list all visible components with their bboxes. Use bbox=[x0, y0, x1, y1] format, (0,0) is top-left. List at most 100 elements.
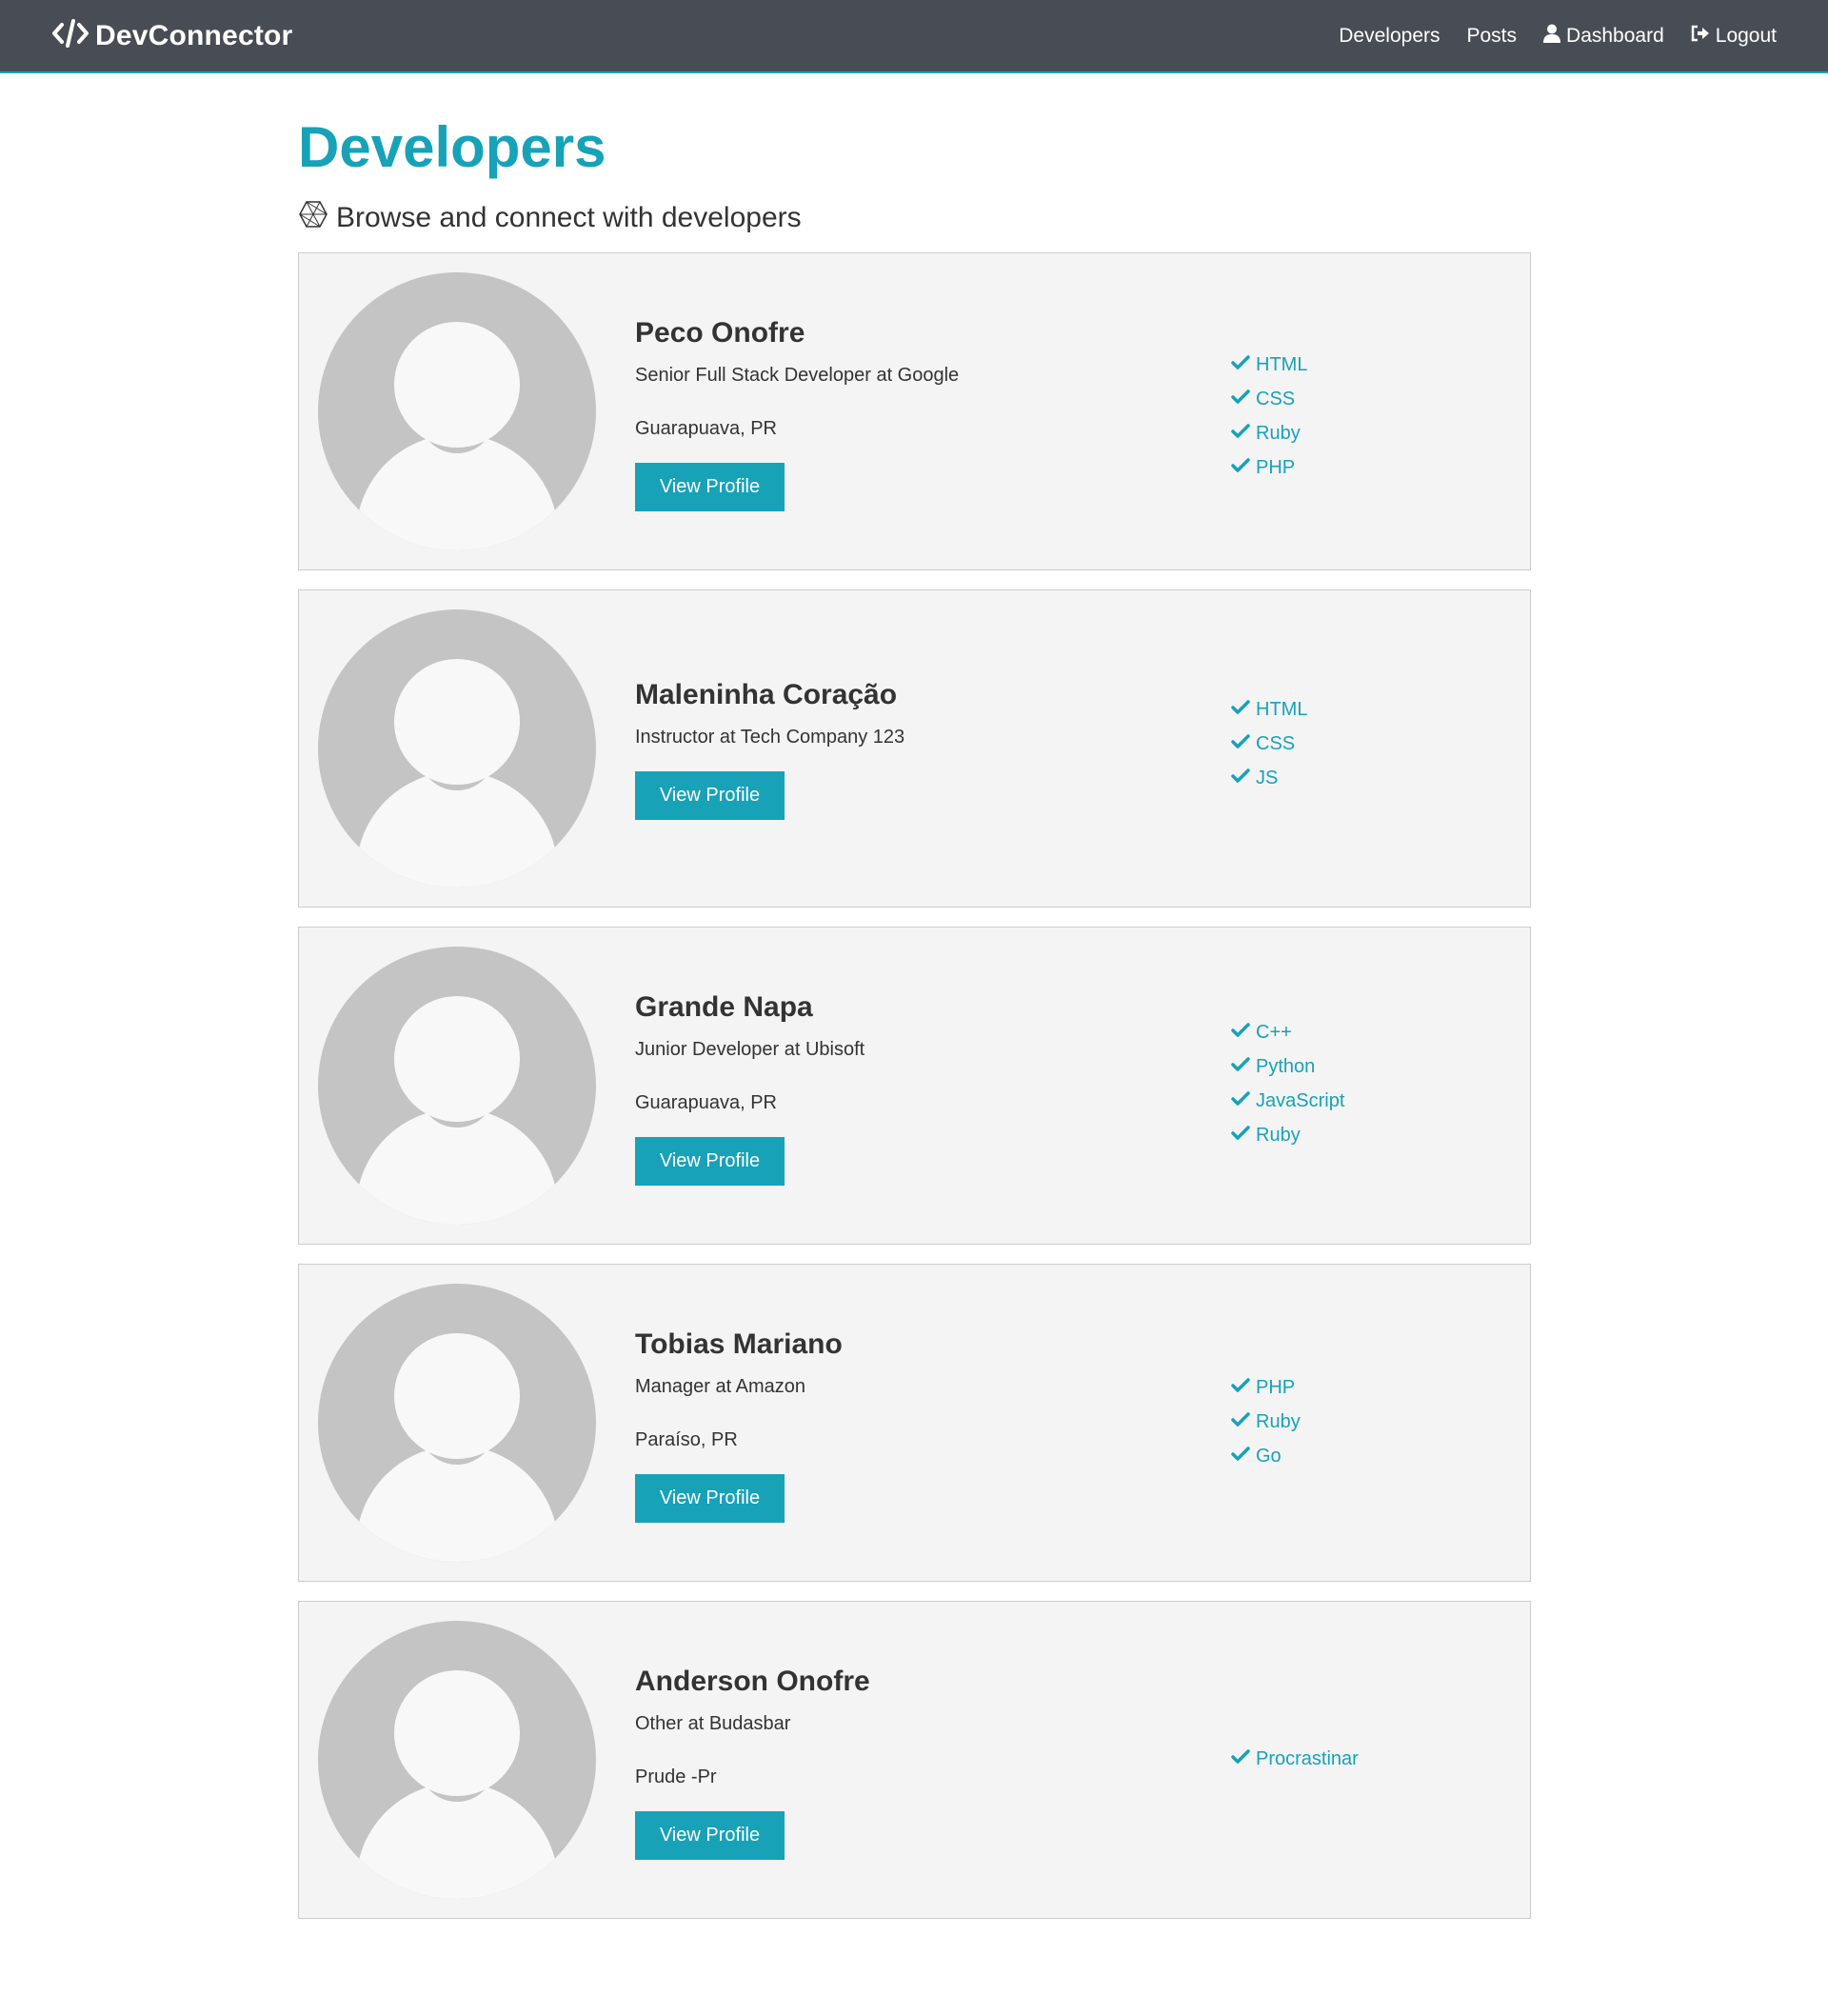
view-profile-button[interactable]: View Profile bbox=[635, 463, 785, 511]
nav-link-label: Developers bbox=[1339, 24, 1441, 47]
check-icon bbox=[1231, 699, 1256, 721]
skills-list: C++ Python JavaScript Ruby bbox=[1231, 1015, 1344, 1152]
avatar bbox=[318, 1621, 596, 1899]
view-profile-button[interactable]: View Profile bbox=[635, 1474, 785, 1523]
navbar: DevConnector Developers Posts Dashboard … bbox=[0, 0, 1828, 73]
profile-info: Grande Napa Junior Developer at Ubisoft … bbox=[635, 990, 864, 1186]
skill-label: Python bbox=[1256, 1055, 1316, 1077]
profile-info: Anderson Onofre Other at Budasbar Prude … bbox=[635, 1665, 870, 1860]
profile-location: Prude -Pr bbox=[635, 1766, 717, 1787]
skills-list: HTML CSS Ruby PHP bbox=[1231, 348, 1307, 485]
profile-name: Anderson Onofre bbox=[635, 1666, 870, 1697]
check-icon bbox=[1231, 457, 1256, 479]
skills-list: PHP Ruby Go bbox=[1231, 1370, 1301, 1473]
check-icon bbox=[1231, 1125, 1256, 1147]
nav-link-logout[interactable]: Logout bbox=[1691, 25, 1777, 48]
check-icon bbox=[1231, 1090, 1256, 1112]
nav-link-label: Posts bbox=[1466, 24, 1518, 47]
skill-label: JavaScript bbox=[1256, 1089, 1345, 1111]
check-icon bbox=[1231, 1022, 1256, 1044]
skill-label: Go bbox=[1256, 1445, 1282, 1467]
view-profile-button[interactable]: View Profile bbox=[635, 1137, 785, 1186]
skill-item: JavaScript bbox=[1231, 1084, 1344, 1118]
brand-link[interactable]: DevConnector bbox=[51, 18, 292, 53]
skill-item: Go bbox=[1231, 1439, 1301, 1473]
skill-item: HTML bbox=[1231, 348, 1307, 382]
connectdevelop-icon bbox=[298, 199, 336, 237]
check-icon bbox=[1231, 1377, 1256, 1399]
skill-label: PHP bbox=[1256, 1376, 1296, 1398]
page-title: Developers bbox=[298, 115, 606, 179]
profile-location: Guarapuava, PR bbox=[635, 1092, 777, 1113]
skill-label: HTML bbox=[1256, 353, 1308, 375]
profile-name: Peco Onofre bbox=[635, 317, 805, 349]
check-icon bbox=[1231, 1748, 1256, 1770]
skills-list: Procrastinar bbox=[1231, 1742, 1359, 1776]
main-container: Developers Browse and connect with devel… bbox=[298, 73, 1531, 1938]
profile-location: Paraíso, PR bbox=[635, 1429, 738, 1450]
nav-link-developers[interactable]: Developers bbox=[1339, 25, 1440, 48]
nav-link-posts[interactable]: Posts bbox=[1467, 25, 1518, 48]
profile-card: Anderson Onofre Other at Budasbar Prude … bbox=[298, 1601, 1531, 1919]
nav-links: Developers Posts Dashboard Logout bbox=[1312, 24, 1777, 49]
view-profile-button[interactable]: View Profile bbox=[635, 1811, 785, 1860]
skill-item: Ruby bbox=[1231, 1118, 1344, 1152]
avatar bbox=[318, 609, 596, 888]
profile-status: Junior Developer at Ubisoft bbox=[635, 1039, 865, 1060]
page-lead: Browse and connect with developers bbox=[298, 199, 1531, 237]
skill-label: Ruby bbox=[1256, 1124, 1301, 1146]
profile-card: Grande Napa Junior Developer at Ubisoft … bbox=[298, 927, 1531, 1245]
check-icon bbox=[1231, 1411, 1256, 1433]
brand-name: DevConnector bbox=[95, 19, 293, 51]
user-icon bbox=[1543, 24, 1566, 49]
nav-link-dashboard[interactable]: Dashboard bbox=[1543, 24, 1664, 49]
check-icon bbox=[1231, 1446, 1256, 1467]
skill-item: Ruby bbox=[1231, 416, 1307, 450]
profile-info: Maleninha Coração Instructor at Tech Com… bbox=[635, 678, 904, 820]
lead-text: Browse and connect with developers bbox=[336, 202, 802, 233]
skill-item: Python bbox=[1231, 1049, 1344, 1084]
profile-info: Peco Onofre Senior Full Stack Developer … bbox=[635, 316, 959, 511]
skill-label: Procrastinar bbox=[1256, 1747, 1359, 1769]
profile-name: Tobias Mariano bbox=[635, 1328, 843, 1360]
skills-list: HTML CSS JS bbox=[1231, 692, 1307, 795]
profile-card: Tobias Mariano Manager at Amazon Paraíso… bbox=[298, 1264, 1531, 1582]
skill-label: Ruby bbox=[1256, 422, 1301, 444]
profile-status: Instructor at Tech Company 123 bbox=[635, 727, 905, 748]
skill-item: Ruby bbox=[1231, 1405, 1301, 1439]
code-icon bbox=[51, 18, 95, 53]
profile-info: Tobias Mariano Manager at Amazon Paraíso… bbox=[635, 1327, 843, 1523]
profile-status: Manager at Amazon bbox=[635, 1376, 805, 1397]
check-icon bbox=[1231, 354, 1256, 376]
check-icon bbox=[1231, 389, 1256, 410]
skill-label: C++ bbox=[1256, 1021, 1292, 1043]
skill-item: JS bbox=[1231, 761, 1307, 795]
skill-item: PHP bbox=[1231, 1370, 1301, 1405]
profile-status: Senior Full Stack Developer at Google bbox=[635, 365, 960, 386]
check-icon bbox=[1231, 423, 1256, 445]
check-icon bbox=[1231, 733, 1256, 755]
profile-card: Maleninha Coração Instructor at Tech Com… bbox=[298, 589, 1531, 908]
skill-item: HTML bbox=[1231, 692, 1307, 727]
skill-item: PHP bbox=[1231, 450, 1307, 485]
sign-out-icon bbox=[1691, 25, 1716, 48]
profile-name: Grande Napa bbox=[635, 991, 813, 1023]
view-profile-button[interactable]: View Profile bbox=[635, 771, 785, 820]
skill-label: Ruby bbox=[1256, 1410, 1301, 1432]
avatar bbox=[318, 947, 596, 1225]
skill-label: HTML bbox=[1256, 698, 1308, 720]
skill-label: JS bbox=[1256, 767, 1279, 788]
skill-item: Procrastinar bbox=[1231, 1742, 1359, 1776]
check-icon bbox=[1231, 768, 1256, 789]
profile-status: Other at Budasbar bbox=[635, 1713, 791, 1734]
nav-link-label: Dashboard bbox=[1566, 24, 1664, 47]
skill-label: CSS bbox=[1256, 732, 1296, 754]
profile-location: Guarapuava, PR bbox=[635, 418, 777, 439]
skill-item: C++ bbox=[1231, 1015, 1344, 1049]
avatar bbox=[318, 272, 596, 550]
profiles-list: Peco Onofre Senior Full Stack Developer … bbox=[298, 252, 1531, 1919]
check-icon bbox=[1231, 1056, 1256, 1078]
profile-card: Peco Onofre Senior Full Stack Developer … bbox=[298, 252, 1531, 570]
avatar bbox=[318, 1284, 596, 1562]
skill-item: CSS bbox=[1231, 382, 1307, 416]
